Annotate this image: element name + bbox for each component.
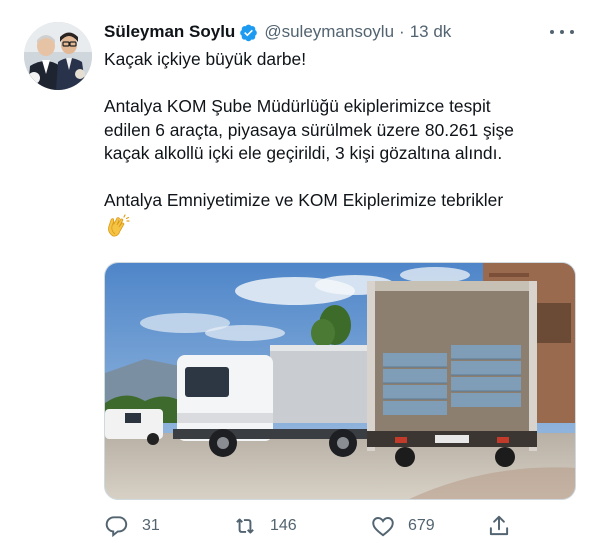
share-button[interactable] xyxy=(486,513,512,539)
tweet-header: Süleyman Soylu @suleymansoylu · 13 dk xyxy=(104,20,451,44)
separator-dot: · xyxy=(399,22,405,41)
retweet-button[interactable]: 146 xyxy=(232,513,370,539)
reply-count: 31 xyxy=(142,517,160,534)
reply-button[interactable]: 31 xyxy=(104,513,232,539)
clapping-hands-icon xyxy=(104,213,130,240)
like-icon xyxy=(372,517,394,537)
tweet-line: edilen 6 araçta, piyasaya sürülmek üzere… xyxy=(104,119,514,140)
share-icon xyxy=(489,515,509,536)
avatar[interactable] xyxy=(24,22,92,90)
retweet-icon xyxy=(236,518,254,534)
tweet-line: Antalya Emniyetimize ve KOM Ekiplerimize… xyxy=(104,190,504,210)
more-icon[interactable] xyxy=(550,22,574,42)
tweet-line: Antalya KOM Şube Müdürlüğü ekiplerimizce… xyxy=(104,96,491,116)
tweet-text: Kaçak içkiye büyük darbe! Antalya KOM Şu… xyxy=(104,48,574,246)
verified-badge-icon xyxy=(239,23,258,42)
like-button[interactable]: 679 xyxy=(370,513,486,539)
author-name[interactable]: Süleyman Soylu xyxy=(104,22,235,42)
tweet-actions: 31 146 679 xyxy=(104,512,512,540)
author-handle[interactable]: @suleymansoylu xyxy=(264,22,394,42)
retweet-count: 146 xyxy=(270,517,297,534)
tweet-line: kaçak alkollü içki ele geçirildi, 3 kişi… xyxy=(104,143,503,163)
tweet-timestamp[interactable]: 13 dk xyxy=(410,22,452,42)
like-count: 679 xyxy=(408,517,435,534)
tweet-line: Kaçak içkiye büyük darbe! xyxy=(104,49,307,69)
tweet-photo[interactable] xyxy=(104,262,576,500)
tweet-card[interactable]: Süleyman Soylu @suleymansoylu · 13 dk Ka… xyxy=(0,0,600,543)
reply-icon xyxy=(105,516,128,538)
